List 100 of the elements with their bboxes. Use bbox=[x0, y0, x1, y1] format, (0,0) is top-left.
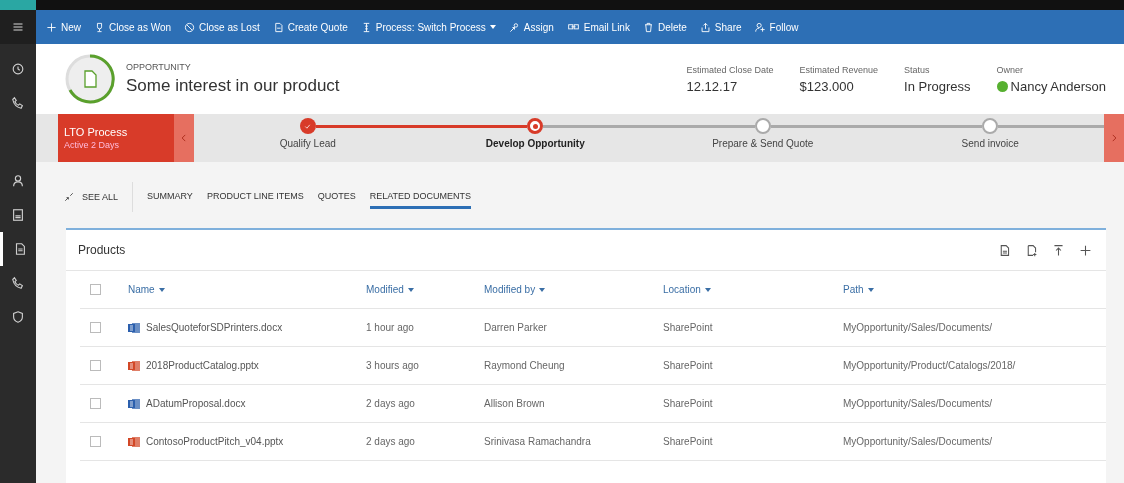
command-button[interactable]: New bbox=[46, 19, 81, 35]
row-checkbox[interactable] bbox=[90, 360, 101, 371]
book-icon bbox=[11, 208, 25, 222]
trash-icon bbox=[642, 21, 654, 33]
table-cell: MyOpportunity/Sales/Documents/ bbox=[843, 398, 992, 409]
column-header[interactable]: Path bbox=[843, 284, 874, 295]
table-cell: SharePoint bbox=[663, 360, 713, 371]
table-cell: SharePoint bbox=[663, 436, 713, 447]
table-cell: MyOpportunity/Product/Catalogs/2018/ bbox=[843, 360, 1016, 371]
person-icon bbox=[11, 174, 25, 188]
history-icon bbox=[11, 62, 25, 76]
select-all-checkbox[interactable] bbox=[90, 284, 101, 295]
shield-icon bbox=[11, 310, 25, 324]
table-cell: MyOpportunity/Sales/Documents/ bbox=[843, 436, 992, 447]
phone-icon bbox=[11, 276, 25, 290]
table-cell: Allison Brown bbox=[484, 398, 545, 409]
app-logo-tile[interactable] bbox=[0, 0, 36, 10]
process-stage[interactable]: Develop Opportunity bbox=[421, 114, 649, 162]
file-link[interactable]: 2018ProductCatalog.pptx bbox=[146, 360, 259, 371]
link-icon bbox=[566, 21, 580, 33]
column-header[interactable]: Location bbox=[663, 284, 711, 295]
row-checkbox[interactable] bbox=[90, 322, 101, 333]
assign-icon bbox=[508, 21, 520, 33]
trophy-icon bbox=[94, 21, 105, 33]
command-button[interactable]: Process: Switch Process bbox=[360, 19, 496, 35]
see-all-button[interactable]: SEE ALL bbox=[64, 182, 134, 212]
collapse-icon bbox=[64, 192, 74, 202]
powerpoint-file-icon bbox=[128, 359, 140, 372]
field-value: Nancy Anderson bbox=[1010, 78, 1106, 94]
field-label: Estimated Close Date bbox=[686, 64, 774, 75]
command-button[interactable]: Close as Lost bbox=[184, 19, 260, 35]
field-label: Owner bbox=[996, 64, 1025, 75]
add-document-button[interactable] bbox=[1025, 243, 1038, 257]
document-plus-icon bbox=[1025, 243, 1038, 257]
chevron-left-icon bbox=[179, 132, 189, 144]
command-button[interactable]: Email Link bbox=[566, 19, 630, 35]
upload-icon bbox=[1052, 243, 1065, 257]
caret-icon bbox=[407, 287, 414, 292]
document-icon bbox=[272, 21, 284, 33]
command-button[interactable]: Close as Won bbox=[94, 19, 172, 35]
field-label: Estimated Revenue bbox=[799, 64, 879, 75]
add-button[interactable] bbox=[1079, 243, 1092, 257]
word-file-icon bbox=[128, 321, 140, 334]
column-header[interactable]: Name bbox=[128, 284, 165, 295]
tab[interactable]: PRODUCT LINE ITEMS bbox=[206, 185, 304, 209]
command-button[interactable]: Share bbox=[699, 19, 742, 35]
tab[interactable]: SUMMARY bbox=[147, 185, 193, 209]
file-link[interactable]: ContosoProductPitch_v04.pptx bbox=[146, 436, 284, 447]
plus-icon bbox=[46, 21, 57, 33]
menu-icon bbox=[12, 21, 24, 33]
field-value: In Progress bbox=[904, 78, 971, 94]
record-title: Some interest in our product bbox=[126, 76, 341, 96]
column-header[interactable]: Modified by bbox=[484, 284, 546, 295]
process-stage[interactable]: Qualify Lead bbox=[194, 114, 422, 162]
command-button[interactable]: Create Quote bbox=[272, 19, 348, 35]
circle-slash-icon bbox=[184, 21, 196, 33]
table-cell: Raymond Cheung bbox=[484, 360, 565, 371]
tab[interactable]: RELATED DOCUMENTS bbox=[369, 185, 472, 209]
table-cell: 1 hour ago bbox=[366, 322, 414, 333]
table-cell: MyOpportunity/Sales/Documents/ bbox=[843, 322, 992, 333]
file-link[interactable]: ADatumProposal.docx bbox=[146, 398, 246, 409]
chevron-right-icon bbox=[1109, 132, 1119, 144]
row-checkbox[interactable] bbox=[90, 436, 101, 447]
row-checkbox[interactable] bbox=[90, 398, 101, 409]
field-value: $123.000 bbox=[799, 78, 854, 94]
caret-icon bbox=[867, 287, 874, 292]
process-name: LTO Process bbox=[64, 126, 129, 138]
file-link[interactable]: SalesQuoteforSDPrinters.docx bbox=[146, 322, 283, 333]
powerpoint-file-icon bbox=[128, 435, 140, 448]
command-button[interactable]: Follow bbox=[754, 19, 799, 35]
caret-icon bbox=[539, 287, 546, 292]
caret-icon bbox=[704, 287, 711, 292]
table-cell: Darren Parker bbox=[484, 322, 547, 333]
plus-icon bbox=[1079, 243, 1092, 257]
follow-icon bbox=[754, 21, 766, 33]
table-cell: SharePoint bbox=[663, 322, 713, 333]
field-value: 12.12.17 bbox=[686, 78, 738, 94]
command-button[interactable]: Assign bbox=[508, 19, 554, 35]
table-cell: SharePoint bbox=[663, 398, 713, 409]
entity-label: OPPORTUNITY bbox=[126, 62, 192, 72]
caret-icon bbox=[158, 287, 165, 292]
record-progress-icon bbox=[64, 53, 116, 105]
word-file-icon bbox=[128, 397, 140, 410]
upload-button[interactable] bbox=[1052, 243, 1065, 257]
tab[interactable]: QUOTES bbox=[317, 185, 356, 209]
field-label: Status bbox=[904, 64, 931, 75]
table-cell: 2 days ago bbox=[366, 398, 415, 409]
process-stage[interactable]: Send invoice bbox=[876, 114, 1104, 162]
column-header[interactable]: Modified bbox=[366, 284, 414, 295]
table-cell: Srinivasa Ramachandra bbox=[484, 436, 591, 447]
document-icon bbox=[998, 243, 1011, 257]
phone-icon bbox=[11, 96, 25, 110]
table-cell: 3 hours ago bbox=[366, 360, 419, 371]
panel-title: Products bbox=[78, 243, 127, 257]
process-stage[interactable]: Prepare & Send Quote bbox=[649, 114, 877, 162]
share-icon bbox=[699, 21, 711, 33]
new-document-button[interactable] bbox=[998, 243, 1011, 257]
table-cell: 2 days ago bbox=[366, 436, 415, 447]
process-duration: Active 2 Days bbox=[64, 140, 121, 150]
command-button[interactable]: Delete bbox=[642, 19, 687, 35]
